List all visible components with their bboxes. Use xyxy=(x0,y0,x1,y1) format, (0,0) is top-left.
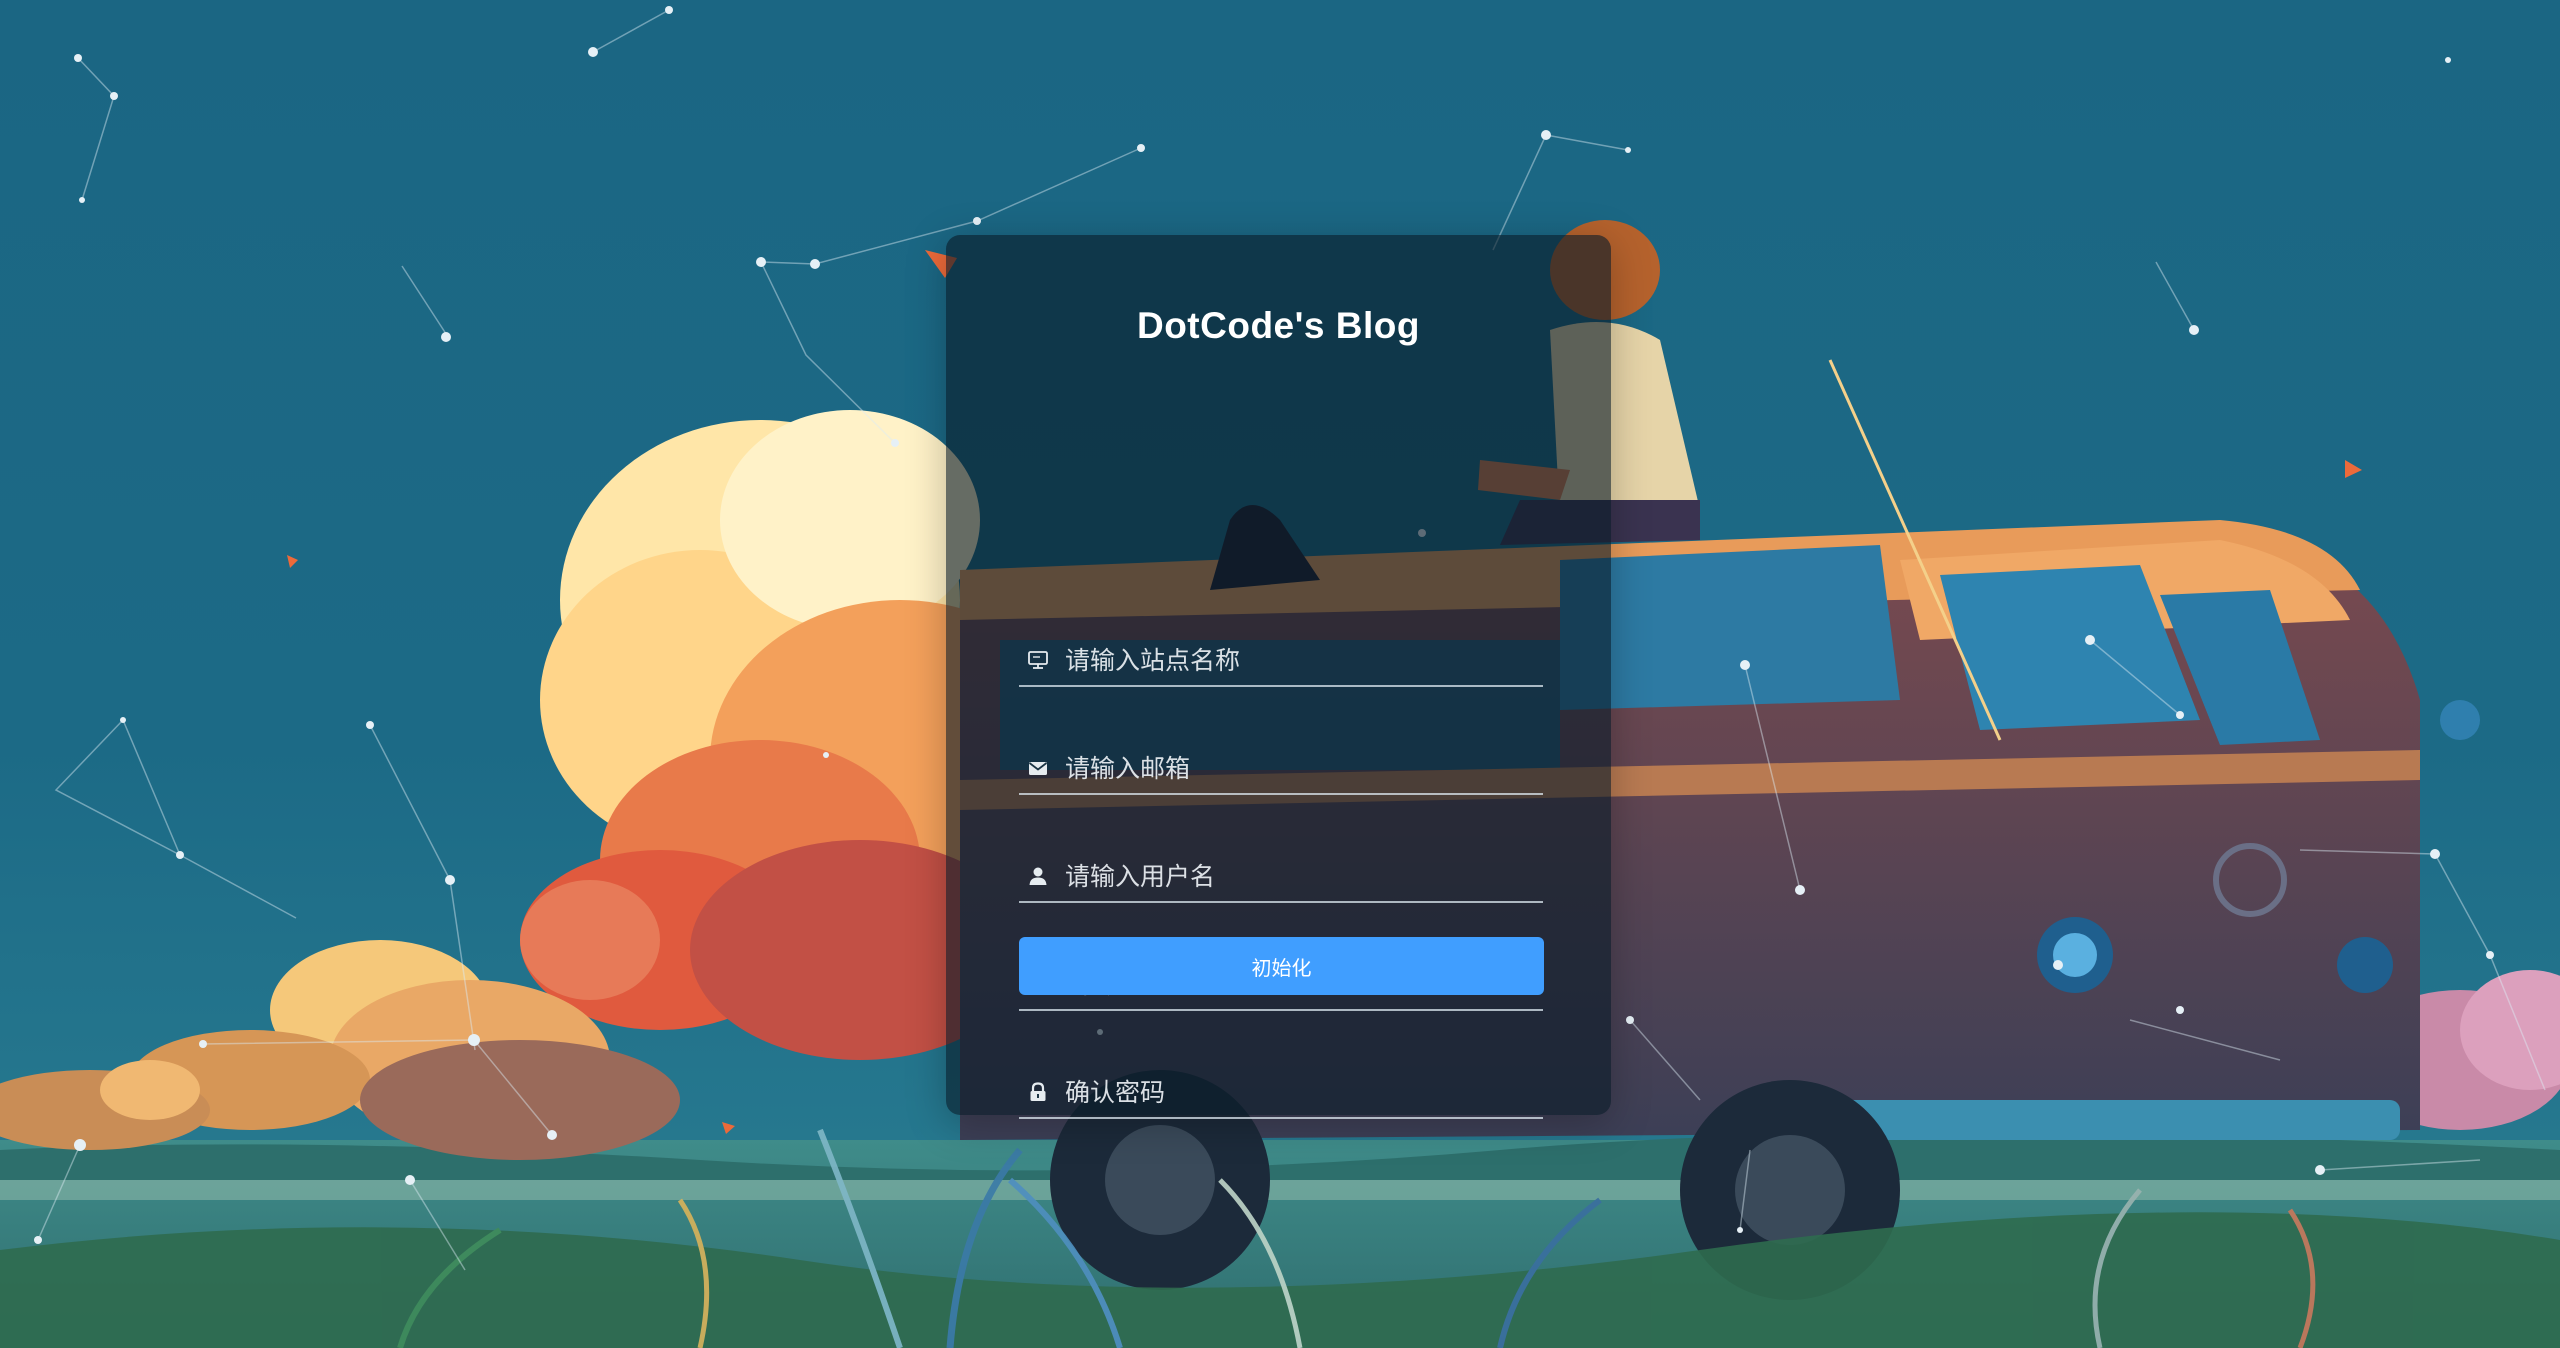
initialize-button[interactable]: 初始化 xyxy=(1019,937,1544,995)
site-name-field xyxy=(1019,635,1543,687)
email-field xyxy=(1019,743,1543,795)
confirm-password-field xyxy=(1019,1067,1543,1119)
username-input[interactable] xyxy=(1065,854,1543,898)
init-form-panel: DotCode's Blog 请输入站点名称 请输入邮箱 请输入用户名 初始化 xyxy=(946,235,1611,1119)
blog-title: DotCode's Blog xyxy=(1136,305,1420,346)
confirm-password-input[interactable] xyxy=(1065,1070,1543,1114)
lock-icon xyxy=(1025,1079,1051,1105)
email-input[interactable] xyxy=(1065,746,1543,790)
username-field xyxy=(1019,851,1543,903)
envelope-icon xyxy=(1025,755,1051,781)
login-page: DotCode's Blog 请输入站点名称 请输入邮箱 请输入用户名 初始化 xyxy=(0,0,2560,1348)
monitor-icon xyxy=(1025,647,1051,673)
site-name-input[interactable] xyxy=(1065,638,1543,682)
user-icon xyxy=(1025,863,1051,889)
